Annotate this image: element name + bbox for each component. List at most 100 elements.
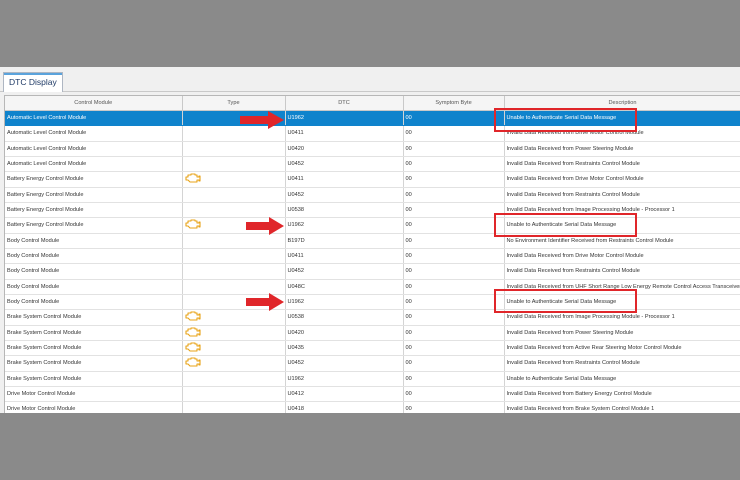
cell-symptom-byte: 00 <box>403 187 505 203</box>
cell-type <box>182 202 286 219</box>
cell-dtc: U0420 <box>285 141 404 157</box>
cell-symptom-byte: 00 <box>403 309 505 326</box>
cell-symptom-byte: 00 <box>403 386 505 403</box>
cell-type <box>182 371 286 387</box>
cell-type <box>182 263 286 280</box>
table-row[interactable]: Battery Energy Control Module U0452 00 Inva… <box>5 187 740 203</box>
engine-warning-icon <box>184 357 201 369</box>
table-row[interactable]: Automatic Level Control Module U0420 00 Inv… <box>5 141 740 157</box>
cell-symptom-byte: 00 <box>403 371 505 387</box>
cell-type <box>182 386 286 403</box>
cell-description: Invalid Data Received from Restraints Co… <box>504 156 740 173</box>
table-row[interactable]: Battery Energy Control Module U0411 00 Inva… <box>5 171 740 188</box>
cell-description: Invalid Data Received from Power Steerin… <box>504 325 740 341</box>
column-header-type[interactable]: Type <box>182 96 286 111</box>
cell-dtc: U0411 <box>285 248 404 265</box>
cell-control-module: Body Control Module <box>5 279 183 295</box>
table-row[interactable]: Brake System Control Module U0420 00 Invali… <box>5 325 740 341</box>
table-row[interactable]: Brake System Control Module U1962 00 Unable… <box>5 371 740 387</box>
cell-symptom-byte: 00 <box>403 355 505 372</box>
cell-control-module: Battery Energy Control Module <box>5 187 183 203</box>
engine-warning-icon <box>184 219 201 231</box>
red-arrow-icon <box>246 217 284 235</box>
cell-symptom-byte: 00 <box>403 171 505 188</box>
dtc-table-container[interactable]: Control Module Type DTC Symptom Byte Des… <box>4 95 740 413</box>
cell-symptom-byte: 00 <box>403 141 505 157</box>
cell-control-module: Brake System Control Module <box>5 340 183 357</box>
cell-dtc: U0420 <box>285 325 404 341</box>
cell-dtc: U1962 <box>285 217 404 234</box>
cell-symptom-byte: 00 <box>403 325 505 341</box>
cell-control-module: Brake System Control Module <box>5 309 183 326</box>
highlight-box <box>494 213 637 237</box>
cell-type <box>182 187 286 203</box>
cell-symptom-byte: 00 <box>403 248 505 265</box>
cell-symptom-byte: 00 <box>403 279 505 295</box>
cell-control-module: Battery Energy Control Module <box>5 171 183 188</box>
cell-description: Invalid Data Received from Drive Motor C… <box>504 171 740 188</box>
cell-dtc: U0435 <box>285 340 404 357</box>
red-arrow-icon <box>246 293 284 311</box>
cell-type <box>182 401 286 413</box>
cell-symptom-byte: 00 <box>403 156 505 173</box>
cell-control-module: Automatic Level Control Module <box>5 110 183 127</box>
engine-warning-icon <box>184 342 201 354</box>
engine-warning-icon <box>184 173 201 185</box>
highlight-box <box>494 108 637 132</box>
cell-description: Unable to Authenticate Serial Data Messa… <box>504 371 740 387</box>
cell-control-module: Brake System Control Module <box>5 325 183 341</box>
cell-symptom-byte: 00 <box>403 340 505 357</box>
cell-description: Invalid Data Received from Restraints Co… <box>504 263 740 280</box>
cell-type <box>182 248 286 265</box>
cell-description: Invalid Data Received from Power Steerin… <box>504 141 740 157</box>
cell-control-module: Drive Motor Control Module <box>5 401 183 413</box>
cell-control-module: Automatic Level Control Module <box>5 141 183 157</box>
cell-control-module: Drive Motor Control Module <box>5 386 183 403</box>
table-row[interactable]: Brake System Control Module U0452 00 Invali… <box>5 355 740 372</box>
cell-control-module: Automatic Level Control Module <box>5 156 183 173</box>
cell-type <box>182 156 286 173</box>
cell-control-module: Brake System Control Module <box>5 371 183 387</box>
cell-type <box>182 355 286 372</box>
cell-control-module: Automatic Level Control Module <box>5 125 183 142</box>
cell-type <box>182 325 286 341</box>
table-row[interactable]: Drive Motor Control Module U0412 00 Invalid… <box>5 386 740 403</box>
cell-dtc: U0412 <box>285 386 404 403</box>
cell-control-module: Body Control Module <box>5 294 183 311</box>
cell-symptom-byte: 00 <box>403 294 505 311</box>
red-arrow-icon <box>240 111 284 129</box>
cell-dtc: U1962 <box>285 371 404 387</box>
table-row[interactable]: Automatic Level Control Module U0452 00 Inv… <box>5 156 740 173</box>
cell-control-module: Body Control Module <box>5 263 183 280</box>
cell-type <box>182 171 286 188</box>
highlight-box <box>494 289 637 313</box>
cell-description: Invalid Data Received from Active Rear S… <box>504 340 740 357</box>
cell-dtc: U0418 <box>285 401 404 413</box>
cell-description: Invalid Data Received from Battery Energ… <box>504 386 740 403</box>
cell-symptom-byte: 00 <box>403 401 505 413</box>
table-row[interactable]: Body Control Module U0411 00 Invalid Data R… <box>5 248 740 265</box>
cell-dtc: U0452 <box>285 355 404 372</box>
column-header-control-module[interactable]: Control Module <box>5 96 183 111</box>
cell-type <box>182 141 286 157</box>
cell-type <box>182 233 286 249</box>
cell-control-module: Battery Energy Control Module <box>5 217 183 234</box>
cell-dtc: B197D <box>285 233 404 249</box>
cell-type <box>182 309 286 326</box>
cell-dtc: U1962 <box>285 294 404 311</box>
column-header-symptom-byte[interactable]: Symptom Byte <box>403 96 505 111</box>
cell-description: Invalid Data Received from Restraints Co… <box>504 355 740 372</box>
engine-warning-icon <box>184 327 201 339</box>
cell-symptom-byte: 00 <box>403 125 505 142</box>
cell-description: Invalid Data Received from Restraints Co… <box>504 187 740 203</box>
cell-dtc: U1962 <box>285 110 404 127</box>
table-row[interactable]: Brake System Control Module U0435 00 Invali… <box>5 340 740 357</box>
cell-description: Invalid Data Received from Brake System … <box>504 401 740 413</box>
column-header-dtc[interactable]: DTC <box>285 96 404 111</box>
tab-strip: DTC Display <box>0 67 740 92</box>
tab-dtc-display[interactable]: DTC Display <box>3 72 63 92</box>
cell-symptom-byte: 00 <box>403 233 505 249</box>
cell-dtc: U0538 <box>285 202 404 219</box>
table-row[interactable]: Body Control Module U0452 00 Invalid Data R… <box>5 263 740 280</box>
table-row[interactable]: Drive Motor Control Module U0418 00 Invalid… <box>5 401 740 413</box>
